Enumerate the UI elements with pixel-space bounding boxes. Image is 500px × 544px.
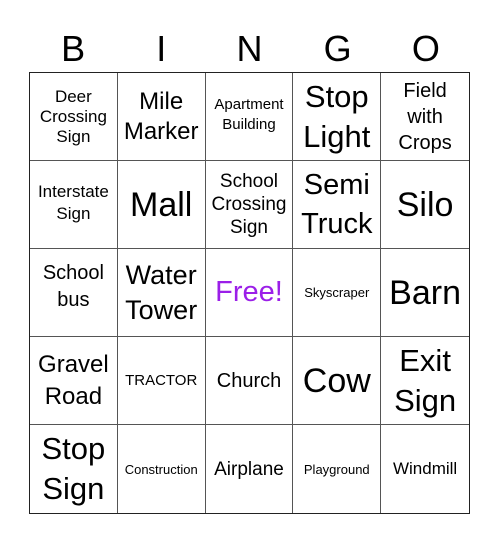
cell-text: Stop Sign [41,431,106,506]
bingo-cell[interactable]: Windmill [381,425,469,513]
cell-text: Playground [303,461,370,477]
bingo-board: Deer Crossing Sign Mile Marker Apartment… [29,72,470,514]
bingo-free-space[interactable]: Free! [205,249,294,337]
bingo-cell[interactable]: Stop Light [293,73,382,161]
cell-text: Construction [124,461,198,477]
bingo-cell[interactable]: Stop Sign [30,425,118,513]
header-letter-n: N [236,28,263,69]
cell-text: Stop Light [303,78,371,154]
header-letter-i: I [156,28,167,69]
cell-text: Water Tower [125,259,198,325]
cell-text: School bus [42,261,104,311]
bingo-cell[interactable]: School Crossing Sign [205,161,294,249]
bingo-cell[interactable]: Semi Truck [293,161,382,249]
cell-text: Airplane [214,458,284,480]
cell-text: Mile Marker [123,87,199,145]
header-letter-o: O [411,28,440,69]
cell-text: Skyscraper [304,285,370,300]
bingo-cell[interactable]: Field with Crops [381,73,469,161]
bingo-cell[interactable]: Church [205,337,294,425]
bingo-cell[interactable]: Exit Sign [381,337,469,425]
cell-text: Apartment Building [214,95,284,133]
bingo-cell[interactable]: Silo [381,161,469,249]
bingo-cell[interactable]: Cow [293,337,382,425]
bingo-header: B I N G O [29,24,470,72]
cell-text: Gravel Road [38,350,109,410]
cell-text: Exit Sign [394,342,457,418]
cell-text: Barn [389,273,461,312]
free-space-text: Free! [215,276,283,308]
bingo-cell[interactable]: Mall [117,161,206,249]
cell-text: Mall [130,185,193,224]
bingo-cell[interactable]: Construction [118,425,206,513]
cell-text: School Crossing Sign [211,171,287,238]
bingo-cell[interactable]: Apartment Building [205,73,294,161]
cell-text: Interstate Sign [37,181,109,223]
header-letter-b: B [61,28,86,69]
bingo-cell[interactable]: TRACTOR [117,337,206,425]
bingo-cell[interactable]: Deer Crossing Sign [30,73,118,161]
cell-text: Silo [396,185,454,224]
cell-text: Cow [302,361,371,400]
bingo-cell[interactable]: Water Tower [117,249,206,337]
cell-text: Deer Crossing Sign [39,86,107,146]
bingo-cell[interactable]: Interstate Sign [30,161,118,249]
header-letter-g: G [323,28,352,69]
bingo-cell[interactable]: School bus [30,249,118,337]
bingo-cell[interactable]: Playground [293,425,382,513]
cell-text: Windmill [392,459,458,478]
cell-text: Field with Crops [398,79,452,154]
cell-text: Semi Truck [301,168,373,240]
bingo-cell[interactable]: Airplane [206,425,294,513]
cell-text: TRACTOR [125,371,198,389]
bingo-cell[interactable]: Skyscraper [293,249,382,337]
bingo-cell[interactable]: Barn [381,249,469,337]
bingo-cell[interactable]: Mile Marker [117,73,206,161]
cell-text: Church [216,369,282,392]
bingo-cell[interactable]: Gravel Road [30,337,118,425]
